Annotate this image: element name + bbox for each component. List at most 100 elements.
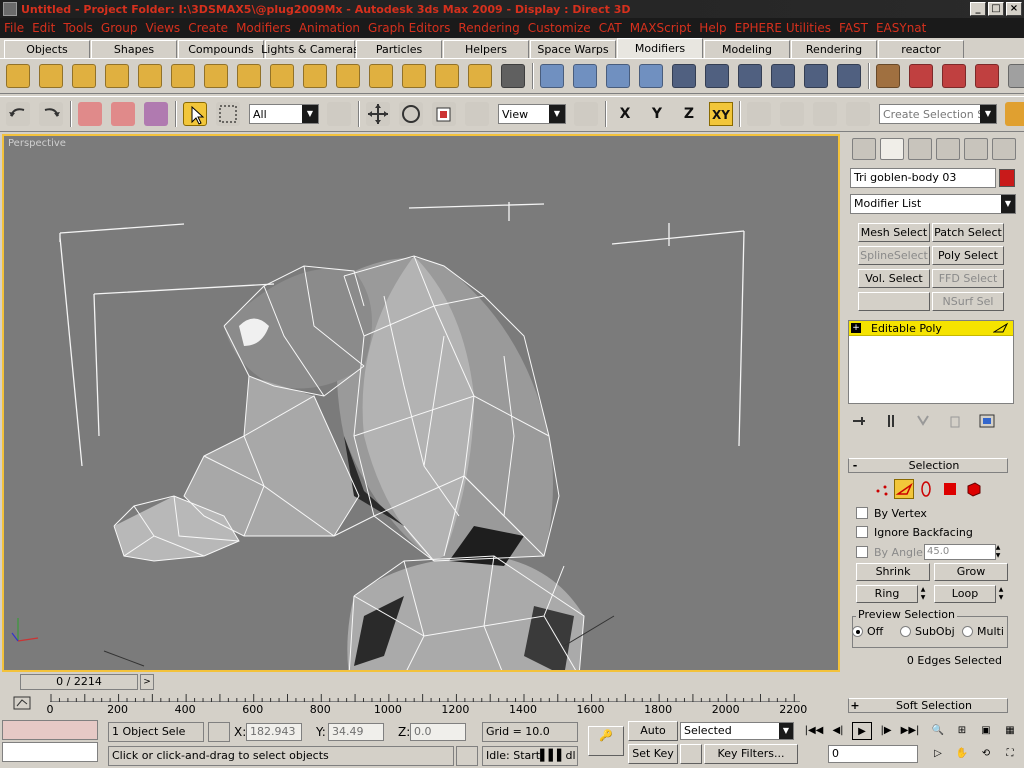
bind-to-space-warp-icon[interactable] [144, 102, 168, 126]
radio-icon[interactable] [900, 626, 911, 637]
create-tab-icon[interactable] [852, 138, 876, 160]
orbit-icon[interactable]: ⟲ [976, 745, 996, 763]
motion-tab-icon[interactable] [936, 138, 960, 160]
modify-tab-icon[interactable] [880, 138, 904, 160]
radio-icon[interactable] [962, 626, 973, 637]
z-coord-field[interactable]: 0.0 [410, 723, 466, 741]
symmetry-modifier-icon[interactable] [738, 64, 762, 88]
taper-modifier-icon[interactable] [39, 64, 63, 88]
select-and-link-icon[interactable] [78, 102, 102, 126]
ignore-backfacing-checkbox[interactable]: Ignore Backfacing [856, 524, 973, 540]
tab-modifiers[interactable]: Modifiers [617, 38, 703, 58]
render-production-icon[interactable] [942, 64, 966, 88]
skin-modifier-icon[interactable] [573, 64, 597, 88]
trackbar-ruler[interactable] [50, 692, 800, 702]
shell-modifier-icon[interactable] [705, 64, 729, 88]
array-icon[interactable] [813, 102, 837, 126]
go-to-end-icon[interactable]: ▶▶| [900, 722, 920, 740]
y-coord-field[interactable]: 34.49 [328, 723, 384, 741]
ffd-select-button[interactable]: FFD Select [932, 269, 1004, 288]
maxscript-listener-pink[interactable] [2, 720, 98, 740]
play-icon[interactable]: ▶ [852, 722, 872, 740]
preview-off-radio[interactable]: Off [852, 625, 883, 638]
edit-named-selection-icon[interactable] [846, 102, 870, 126]
ffd-box-icon[interactable] [771, 64, 795, 88]
stretch-modifier-icon[interactable] [138, 64, 162, 88]
utilities-tab-icon[interactable] [992, 138, 1016, 160]
menu-animation[interactable]: Animation [299, 21, 360, 35]
morph-modifier-icon[interactable] [540, 64, 564, 88]
previous-frame-icon[interactable]: ◀| [828, 722, 848, 740]
remove-modifier-icon[interactable] [946, 412, 964, 430]
current-frame-field[interactable]: 0 [828, 745, 918, 763]
chevron-down-icon[interactable]: ▼ [1001, 195, 1015, 213]
loop-button[interactable]: Loop [934, 585, 996, 603]
menu-tools[interactable]: Tools [63, 21, 93, 35]
tab-modeling[interactable]: Modeling [704, 40, 790, 58]
chevron-down-icon[interactable]: ▼ [302, 105, 318, 123]
menu-create[interactable]: Create [188, 21, 228, 35]
display-tab-icon[interactable] [964, 138, 988, 160]
menu-modifiers[interactable]: Modifiers [236, 21, 291, 35]
close-button[interactable]: × [1006, 2, 1022, 16]
menu-views[interactable]: Views [145, 21, 180, 35]
maxscript-listener-white[interactable] [2, 742, 98, 762]
select-and-move-icon[interactable] [366, 102, 390, 126]
stack-item-editable-poly[interactable]: + Editable Poly [849, 321, 1013, 336]
app-icon[interactable] [3, 2, 17, 16]
render-setup-icon[interactable] [876, 64, 900, 88]
key-mode-dropdown[interactable]: Selected ▼ [680, 722, 794, 740]
redo-icon[interactable] [39, 102, 63, 126]
menu-help[interactable]: Help [699, 21, 726, 35]
use-pivot-center-icon[interactable] [574, 102, 598, 126]
perspective-viewport[interactable]: Perspective [2, 134, 840, 672]
ring-spinner-icon[interactable]: ▲ ▼ [919, 586, 927, 602]
squeeze-modifier-icon[interactable] [171, 64, 195, 88]
trackbar[interactable]: 0 200 400 600 800 1000 1200 1400 1600 1800 2000 220… [0, 692, 842, 718]
menu-easynat[interactable]: EASYnat [876, 21, 926, 35]
add-time-tag-icon[interactable] [456, 746, 478, 766]
tab-rendering[interactable]: Rendering [791, 40, 877, 58]
by-vertex-checkbox[interactable]: By Vertex [856, 505, 927, 521]
menu-maxscript[interactable]: MAXScript [630, 21, 692, 35]
preview-multi-radio[interactable]: Multi [962, 625, 1004, 638]
grow-button[interactable]: Grow [934, 563, 1008, 581]
menu-customize[interactable]: Customize [528, 21, 591, 35]
next-frame-icon[interactable]: |▶ [876, 722, 896, 740]
pan-hand-icon[interactable]: ✋ [952, 745, 972, 763]
menu-group[interactable]: Group [101, 21, 138, 35]
by-angle-checkbox[interactable]: By Angle: [856, 544, 927, 560]
zoom-all-icon[interactable]: ⊞ [952, 722, 972, 740]
select-by-name-icon[interactable] [327, 102, 351, 126]
maximize-button[interactable]: □ [988, 2, 1004, 16]
splineselect-button[interactable]: SplineSelect [858, 246, 930, 265]
element-subobject-icon[interactable] [964, 479, 984, 499]
checkbox-box[interactable] [856, 526, 868, 538]
checkbox-box[interactable] [856, 546, 868, 558]
menu-file[interactable]: File [4, 21, 24, 35]
zoom-extents-all-icon[interactable]: ▦ [1000, 722, 1020, 740]
select-object-icon[interactable] [183, 102, 207, 126]
tab-objects[interactable]: Objects [4, 40, 90, 58]
uvw-map-icon[interactable] [606, 64, 630, 88]
chevron-down-icon[interactable]: ▼ [980, 105, 996, 123]
auto-key-button[interactable]: Auto Key [628, 721, 678, 755]
configure-modifier-sets-icon[interactable] [978, 412, 996, 430]
modifier-stack[interactable]: + Editable Poly [848, 320, 1014, 404]
menu-cat[interactable]: CAT [599, 21, 622, 35]
push-modifier-icon[interactable] [204, 64, 228, 88]
undo-icon[interactable] [6, 102, 30, 126]
wave-modifier-icon[interactable] [303, 64, 327, 88]
open-mini-curve-editor-icon[interactable] [12, 694, 32, 712]
tab-reactor[interactable]: reactor [878, 40, 964, 58]
polygon-subobject-icon[interactable] [940, 479, 960, 499]
checkbox-box[interactable] [856, 507, 868, 519]
angle-spinner[interactable]: 45.0 [924, 544, 996, 560]
patch-select-button[interactable]: Patch Select [932, 223, 1004, 242]
tab-particles[interactable]: Particles [356, 40, 442, 58]
bend-modifier-icon[interactable] [6, 64, 30, 88]
restrict-x-button[interactable]: X [613, 102, 637, 126]
make-unique-icon[interactable] [914, 412, 932, 430]
soft-selection-rollout-header[interactable]: + Soft Selection [848, 698, 1008, 713]
poly-select-button[interactable]: Poly Select [932, 246, 1004, 265]
